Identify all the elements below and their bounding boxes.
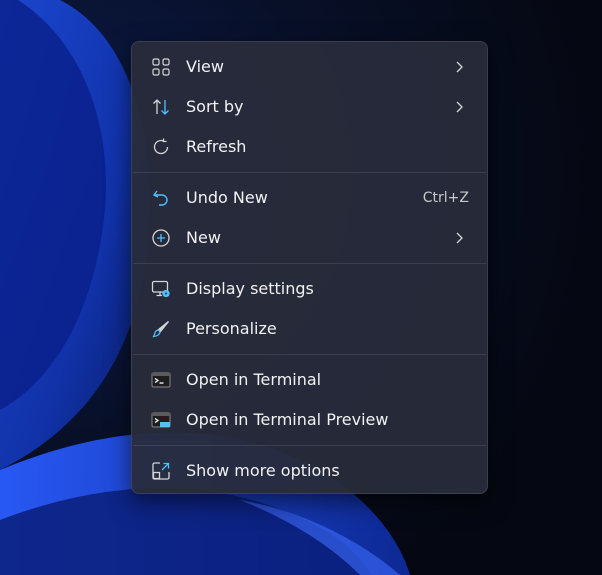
menu-item-label: Open in Terminal (186, 370, 322, 389)
desktop-context-menu: View Sort by Refresh Undo New Ctrl+Z New… (131, 41, 488, 494)
menu-item-undo-new[interactable]: Undo New Ctrl+Z (136, 178, 483, 218)
menu-item-label: New (186, 228, 221, 247)
menu-item-label: Undo New (186, 188, 268, 207)
menu-item-open-in-terminal[interactable]: Open in Terminal (136, 360, 483, 400)
menu-item-open-in-terminal-preview[interactable]: Open in Terminal Preview (136, 400, 483, 440)
menu-item-label: Show more options (186, 461, 340, 480)
shortcut-hint: Ctrl+Z (422, 190, 469, 206)
menu-item-new[interactable]: New (136, 218, 483, 258)
chevron-right-icon (451, 59, 467, 75)
menu-item-label: Personalize (186, 319, 277, 338)
chevron-right-icon (451, 230, 467, 246)
chevron-right-icon (451, 99, 467, 115)
plus-circle-icon (151, 228, 171, 248)
show-more-icon (151, 461, 171, 481)
grid-icon (151, 57, 171, 77)
menu-item-label: View (186, 57, 224, 76)
terminal-icon (151, 370, 171, 390)
menu-separator (133, 354, 486, 355)
menu-item-sort-by[interactable]: Sort by (136, 87, 483, 127)
undo-icon (151, 188, 171, 208)
menu-item-display-settings[interactable]: Display settings (136, 269, 483, 309)
menu-item-refresh[interactable]: Refresh (136, 127, 483, 167)
menu-separator (133, 263, 486, 264)
menu-separator (133, 445, 486, 446)
display-settings-icon (151, 279, 171, 299)
menu-item-label: Open in Terminal Preview (186, 410, 389, 429)
sort-arrows-icon (151, 97, 171, 117)
terminal-preview-icon (151, 410, 171, 430)
menu-item-personalize[interactable]: Personalize (136, 309, 483, 349)
brush-icon (151, 319, 171, 339)
menu-item-label: Refresh (186, 137, 247, 156)
menu-separator (133, 172, 486, 173)
refresh-icon (151, 137, 171, 157)
menu-item-show-more-options[interactable]: Show more options (136, 451, 483, 491)
menu-item-label: Sort by (186, 97, 244, 116)
menu-item-view[interactable]: View (136, 47, 483, 87)
menu-item-label: Display settings (186, 279, 314, 298)
